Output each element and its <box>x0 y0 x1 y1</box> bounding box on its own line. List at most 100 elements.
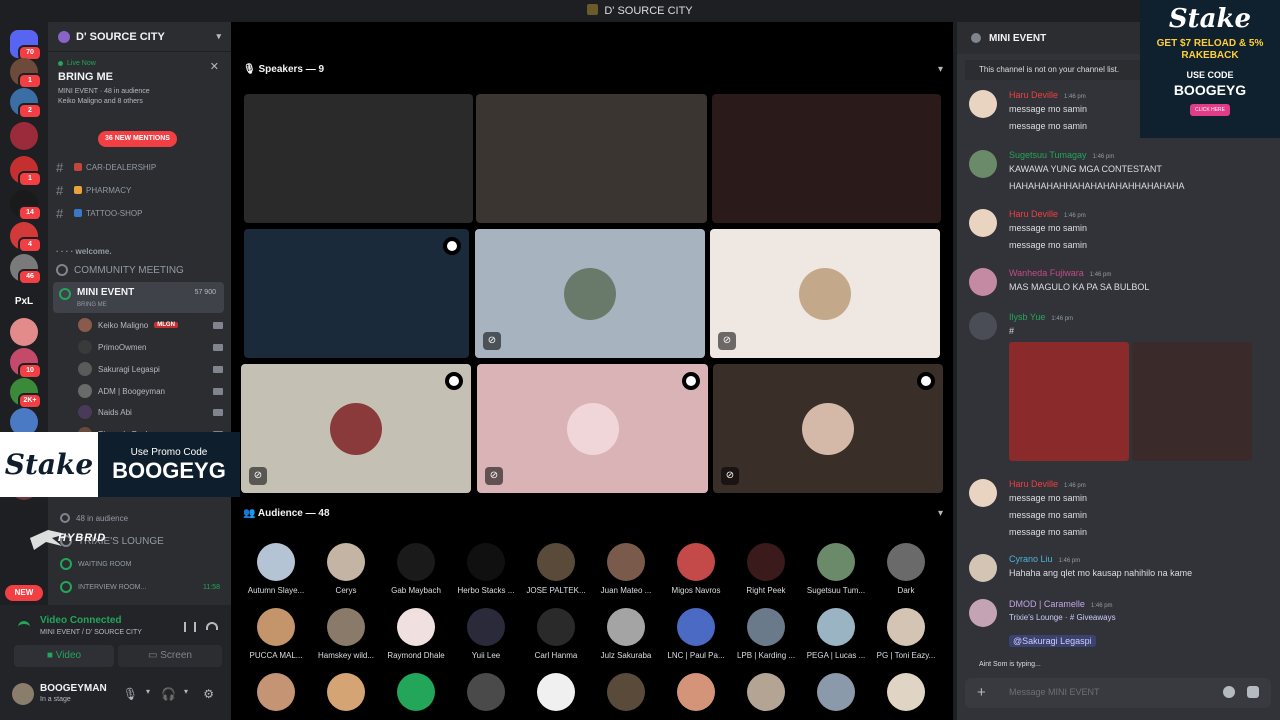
avatar[interactable] <box>969 599 997 627</box>
audience-member[interactable]: LPB | Karding ... <box>731 608 801 660</box>
stage-member[interactable]: PrimoOwmen <box>78 337 223 357</box>
server-icon-5[interactable]: 14 <box>10 190 42 221</box>
avatar[interactable] <box>969 150 997 178</box>
close-icon[interactable]: ✕ <box>210 60 219 73</box>
audience-member[interactable]: JOSE PALTEK... <box>521 543 591 595</box>
server-icon-0[interactable]: 70 <box>10 30 42 61</box>
audience-member[interactable] <box>801 673 871 711</box>
screen-share-button[interactable]: ▭ Screen <box>118 645 222 667</box>
avatar[interactable] <box>969 554 997 582</box>
game-controller-icon[interactable] <box>1247 686 1259 698</box>
account-area[interactable]: BOOGEYMAN In a stage 🎙 ▾ 🎧 ▾ ⚙ <box>12 681 224 711</box>
audience-member[interactable] <box>591 673 661 711</box>
audience-member[interactable] <box>381 673 451 711</box>
audience-member[interactable] <box>311 673 381 711</box>
audience-member[interactable]: Gab Maybach <box>381 543 451 595</box>
message-author[interactable]: Cyrano Liu 1:46 pm <box>1009 554 1080 564</box>
disconnect-icon[interactable] <box>206 622 218 630</box>
audience-member[interactable]: PUCCA MAL... <box>241 608 311 660</box>
speaker-tile[interactable]: ⊘ <box>241 364 471 493</box>
message-author[interactable]: Haru Deville 1:46 pm <box>1009 209 1086 219</box>
live-stage-card[interactable]: Live Now ✕ BRING ME MINI EVENT · 48 in a… <box>54 56 225 118</box>
stage-member[interactable]: Naids Abi <box>78 402 223 422</box>
server-icon-9[interactable] <box>10 318 38 346</box>
channel-waiting-room[interactable]: WAITING ROOM <box>60 554 220 574</box>
audience-member[interactable]: Herbo Stacks ... <box>451 543 521 595</box>
audience-member[interactable]: Autumn Slaye... <box>241 543 311 595</box>
channel-pharmacy[interactable]: # PHARMACY <box>56 180 226 200</box>
stage-mini-event[interactable]: MINI EVENT BRING ME 57 900 <box>53 282 224 313</box>
audience-member[interactable] <box>521 673 591 711</box>
stage-member[interactable]: Sakuragi Legaspi <box>78 359 223 379</box>
speaker-tile[interactable] <box>712 94 941 223</box>
audience-member[interactable]: Migos Navros <box>661 543 731 595</box>
message-author[interactable]: DMOD | Caramelle 1:46 pm <box>1009 599 1113 609</box>
new-servers-pill[interactable]: NEW <box>5 585 43 601</box>
audience-member[interactable] <box>871 673 941 711</box>
audience-member[interactable]: Sugetsuu Tum... <box>801 543 871 595</box>
message-author[interactable]: Wanheda Fujiwara 1:46 pm <box>1009 268 1111 278</box>
channel-car-dealership[interactable]: # CAR-DEALERSHIP <box>56 157 226 177</box>
add-attachment-icon[interactable]: + <box>977 684 986 701</box>
speaker-tile[interactable]: ⊘ <box>477 364 708 493</box>
attached-image[interactable] <box>1009 342 1129 461</box>
channel-interview-room[interactable]: INTERVIEW ROOM... 11:58 <box>60 577 220 597</box>
server-icon-10[interactable]: 10 <box>10 348 42 379</box>
new-mentions-pill[interactable]: 36 NEW MENTIONS <box>98 131 177 147</box>
message-author[interactable]: Haru Deville 1:46 pm <box>1009 479 1086 489</box>
audience-member[interactable]: Julz Sakuraba <box>591 608 661 660</box>
audience-member[interactable]: Carl Hanma <box>521 608 591 660</box>
speaker-tile[interactable] <box>476 94 707 223</box>
chevron-down-icon[interactable]: ▾ <box>216 31 221 42</box>
server-icon-6[interactable]: 4 <box>10 222 42 253</box>
avatar[interactable] <box>969 268 997 296</box>
avatar[interactable] <box>969 90 997 118</box>
video-button[interactable]: ■ Video <box>14 645 114 667</box>
server-icon-3[interactable] <box>10 122 38 150</box>
signal-icon[interactable] <box>18 621 30 633</box>
channel-tattoo-shop[interactable]: # TATTOO-SHOP <box>56 203 226 223</box>
audience-member[interactable]: Juan Mateo ... <box>591 543 661 595</box>
settings-gear-icon[interactable]: ⚙ <box>203 687 214 701</box>
microphone-icon[interactable]: 🎙 <box>123 687 138 701</box>
avatar[interactable] <box>12 683 34 705</box>
server-icon-7[interactable]: 46 <box>10 254 42 285</box>
stage-member[interactable]: Keiko Maligno MLGN <box>78 315 223 335</box>
headphones-icon[interactable]: 🎧 <box>161 687 176 701</box>
avatar[interactable] <box>969 312 997 340</box>
server-header[interactable]: D' SOURCE CITY ▾ <box>48 22 231 52</box>
chevron-down-icon[interactable]: ▾ <box>938 64 943 75</box>
audience-member[interactable]: PG | Toni Eazy... <box>871 608 941 660</box>
speaker-tile[interactable]: ⊘ <box>475 229 705 358</box>
noise-suppression-icon[interactable] <box>184 622 196 632</box>
chevron-down-icon[interactable]: ▾ <box>938 508 943 519</box>
audience-member[interactable]: LNC | Paul Pa... <box>661 608 731 660</box>
server-icon-4[interactable]: 1 <box>10 156 42 187</box>
chevron-down-icon[interactable]: ▾ <box>146 687 150 696</box>
audience-member[interactable]: Raymond Dhale <box>381 608 451 660</box>
message-author[interactable]: Sugetsuu Tumagay 1:46 pm <box>1009 150 1114 160</box>
audience-member[interactable]: Cerys <box>311 543 381 595</box>
speaker-tile[interactable]: ⊘ <box>710 229 940 358</box>
server-icon-11[interactable]: 2K+ <box>10 378 42 409</box>
speaker-tile[interactable]: ⊘ <box>713 364 943 493</box>
audience-member[interactable]: Right Peek <box>731 543 801 595</box>
message-author[interactable]: Ilysb Yue 1:46 pm <box>1009 312 1073 322</box>
audience-member[interactable]: Yuii Lee <box>451 608 521 660</box>
audience-member[interactable] <box>661 673 731 711</box>
audience-member[interactable] <box>241 673 311 711</box>
voice-location[interactable]: MINI EVENT / D' SOURCE CITY <box>40 629 142 636</box>
message-composer[interactable]: + Message MINI EVENT <box>965 678 1271 708</box>
audience-member[interactable] <box>451 673 521 711</box>
audience-member[interactable]: PEGA | Lucas ... <box>801 608 871 660</box>
speaker-tile[interactable] <box>244 94 473 223</box>
audience-member[interactable]: Dark <box>871 543 941 595</box>
server-icon-1[interactable]: 1 <box>10 58 42 89</box>
message-author[interactable]: Haru Deville 1:46 pm <box>1009 90 1086 100</box>
avatar[interactable] <box>969 209 997 237</box>
attached-image[interactable] <box>1132 342 1252 461</box>
channel-welcome[interactable]: · · · · welcome. <box>56 241 226 261</box>
stage-member[interactable]: ADM | Boogeyman <box>78 381 223 401</box>
stage-community-meeting[interactable]: COMMUNITY MEETING <box>56 260 226 280</box>
speaker-tile[interactable] <box>244 229 469 358</box>
